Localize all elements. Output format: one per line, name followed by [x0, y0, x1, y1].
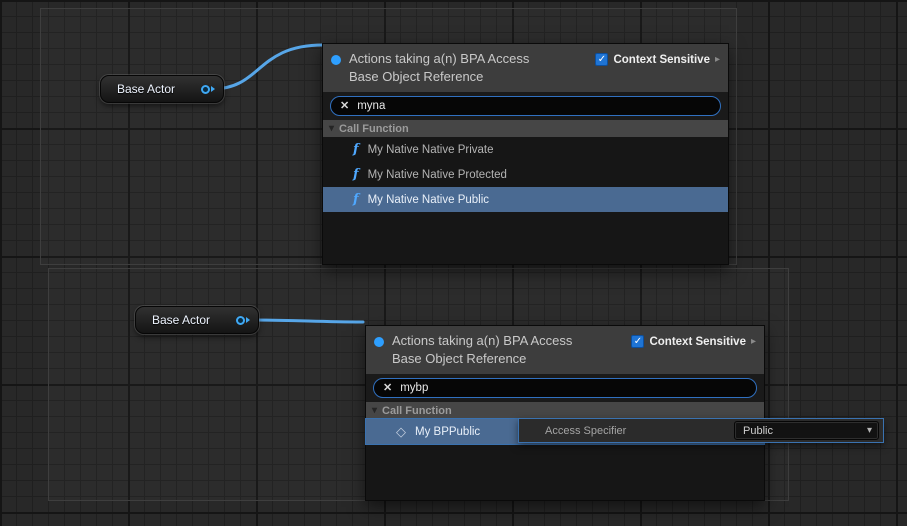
menu-item-label: My Native Native Private [368, 144, 494, 156]
actions-dot-icon [374, 337, 384, 347]
node-title: Base Actor [117, 82, 175, 96]
base-actor-node-bottom[interactable]: Base Actor [135, 306, 259, 334]
node-title: Base Actor [152, 313, 210, 327]
pin-arrow-icon [211, 86, 215, 92]
actions-dot-icon [331, 55, 341, 65]
chevron-down-icon: ▾ [867, 426, 872, 436]
context-sensitive-toggle[interactable]: ✓ Context Sensitive ▸ [631, 335, 756, 368]
menu-title-line1: Actions taking a(n) BPA Access [392, 332, 623, 350]
context-sensitive-label: Context Sensitive [649, 335, 746, 349]
category-label: Call Function [339, 123, 409, 135]
context-sensitive-toggle[interactable]: ✓ Context Sensitive ▸ [595, 53, 720, 86]
pin-circle-icon [236, 316, 245, 325]
base-actor-node-top[interactable]: Base Actor [100, 75, 224, 103]
access-specifier-tooltip: Access Specifier Public ▾ [518, 418, 884, 443]
access-specifier-dropdown[interactable]: Public ▾ [734, 421, 879, 440]
pin-arrow-icon [246, 317, 250, 323]
pin-circle-icon [201, 85, 210, 94]
search-input[interactable] [400, 382, 747, 394]
menu-title: Actions taking a(n) BPA Access Base Obje… [392, 332, 623, 368]
blueprint-action-menu-top: Actions taking a(n) BPA Access Base Obje… [322, 43, 729, 265]
function-icon: f [353, 168, 359, 181]
menu-title: Actions taking a(n) BPA Access Base Obje… [349, 50, 587, 86]
menu-item-my-native-native-protected[interactable]: f My Native Native Protected [323, 162, 728, 187]
menu-title-line2: Base Object Reference [349, 68, 587, 86]
menu-item-my-native-native-private[interactable]: f My Native Native Private [323, 137, 728, 162]
search-box[interactable]: ✕ [373, 378, 757, 398]
collapse-arrow-icon[interactable]: ▾ [329, 124, 334, 134]
clear-search-icon[interactable]: ✕ [383, 383, 392, 394]
menu-item-label: My Native Native Protected [368, 169, 507, 181]
dropdown-value: Public [743, 425, 773, 437]
collapse-arrow-icon[interactable]: ▾ [372, 406, 377, 416]
search-row: ✕ [323, 92, 728, 120]
menu-list: f My Native Native Private f My Native N… [323, 137, 728, 264]
function-icon: f [353, 193, 359, 206]
blueprint-function-icon: ◇ [396, 425, 406, 438]
menu-title-line1: Actions taking a(n) BPA Access [349, 50, 587, 68]
object-output-pin[interactable] [236, 316, 250, 325]
checkbox-checked-icon[interactable]: ✓ [595, 53, 608, 66]
menu-title-line2: Base Object Reference [392, 350, 623, 368]
expander-right-icon[interactable]: ▸ [715, 53, 720, 67]
access-specifier-label: Access Specifier [545, 425, 626, 437]
clear-search-icon[interactable]: ✕ [340, 101, 349, 112]
expander-right-icon[interactable]: ▸ [751, 335, 756, 349]
menu-item-label: My Native Native Public [368, 194, 489, 206]
category-call-function[interactable]: ▾ Call Function [366, 402, 764, 419]
menu-header: Actions taking a(n) BPA Access Base Obje… [323, 44, 728, 92]
blueprint-graph-canvas[interactable]: Base Actor Base Actor Actions taking a(n… [0, 0, 907, 526]
menu-item-my-native-native-public[interactable]: f My Native Native Public [323, 187, 728, 212]
function-icon: f [353, 143, 359, 156]
search-box[interactable]: ✕ [330, 96, 721, 116]
search-input[interactable] [357, 100, 711, 112]
menu-item-label: My BPPublic [415, 426, 480, 438]
search-row: ✕ [366, 374, 764, 402]
category-call-function[interactable]: ▾ Call Function [323, 120, 728, 137]
category-label: Call Function [382, 405, 452, 417]
checkbox-checked-icon[interactable]: ✓ [631, 335, 644, 348]
menu-header: Actions taking a(n) BPA Access Base Obje… [366, 326, 764, 374]
object-output-pin[interactable] [201, 85, 215, 94]
blueprint-action-menu-bottom: Actions taking a(n) BPA Access Base Obje… [365, 325, 765, 501]
context-sensitive-label: Context Sensitive [613, 53, 710, 67]
